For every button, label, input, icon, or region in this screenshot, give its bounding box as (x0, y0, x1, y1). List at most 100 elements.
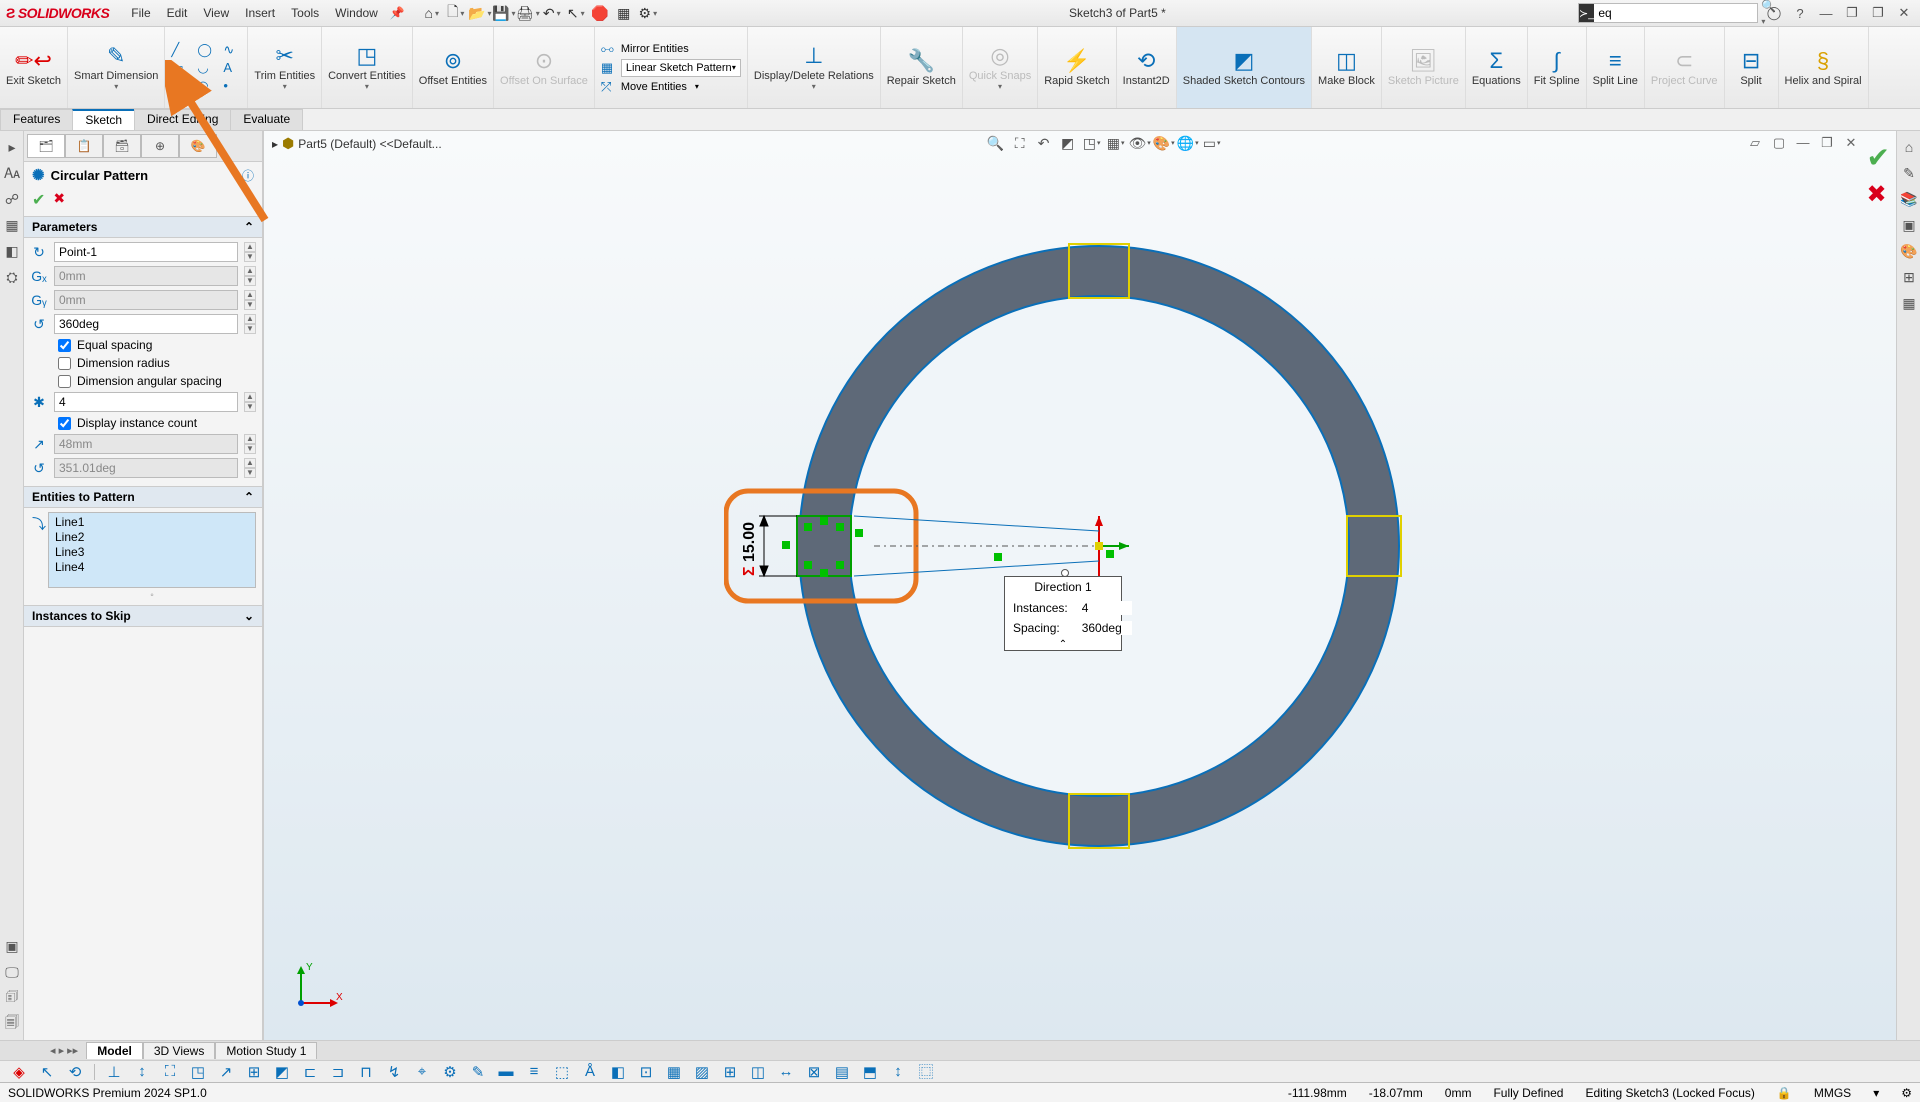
entity-item[interactable]: Line4 (55, 560, 249, 575)
minimize-icon[interactable]: — (1816, 3, 1836, 23)
offset-button[interactable]: ⊚Offset Entities (413, 27, 494, 108)
b-sw-icon[interactable]: ◈ (10, 1063, 28, 1081)
entity-item[interactable]: Line3 (55, 545, 249, 560)
b-i7-icon[interactable]: ◩ (273, 1063, 291, 1081)
tab-sketch[interactable]: Sketch (72, 109, 135, 130)
entities-listbox[interactable]: Line1 Line2 Line3 Line4 (48, 512, 256, 588)
b-i23-icon[interactable]: ⊞ (721, 1063, 739, 1081)
dir-spacing-input[interactable] (1082, 621, 1132, 635)
strip-e1-icon[interactable]: ▣ (2, 936, 22, 956)
circle-icon[interactable]: ◯ (197, 43, 215, 57)
b-i19-icon[interactable]: ◧ (609, 1063, 627, 1081)
b-i21-icon[interactable]: ▦ (665, 1063, 683, 1081)
center-y-input[interactable] (54, 290, 238, 310)
sketch-entities-group[interactable]: ╱◯∿ ▭◡A ⬡◠• (165, 27, 248, 108)
b-i24-icon[interactable]: ◫ (749, 1063, 767, 1081)
dir-instances-input[interactable] (1082, 601, 1132, 615)
strip-e2-icon[interactable]: 🖵 (2, 962, 22, 982)
rapid-sketch-button[interactable]: ⚡Rapid Sketch (1038, 27, 1116, 108)
tab-evaluate[interactable]: Evaluate (230, 109, 303, 130)
doc-win-close-icon[interactable]: ✕ (1842, 135, 1860, 151)
dimension-text[interactable]: Σ 15.00 (741, 522, 758, 576)
rebuild-icon[interactable]: 🛑 (591, 4, 609, 22)
spline-icon[interactable]: ∿ (223, 43, 241, 57)
dim-radius-checkbox[interactable] (58, 357, 71, 370)
equal-spacing-checkbox[interactable] (58, 339, 71, 352)
rect-icon[interactable]: ▭ (171, 61, 189, 75)
list-handle[interactable]: ◦ (48, 590, 256, 601)
bottom-tab-3dviews[interactable]: 3D Views (143, 1042, 215, 1059)
zoom-fit-icon[interactable]: 🔍 (986, 133, 1006, 153)
equations-button[interactable]: ΣEquations (1466, 27, 1528, 108)
parameters-header[interactable]: Parameters⌃ (24, 216, 262, 238)
strip-d3-icon[interactable]: ⛭ (2, 267, 22, 287)
status-tray-icon[interactable]: ⚙ (1901, 1086, 1912, 1100)
display-style-icon[interactable]: ▦▾ (1106, 133, 1126, 153)
view-orient-icon[interactable]: ◳▾ (1082, 133, 1102, 153)
part-graphics[interactable]: Σ 15.00 (724, 171, 1474, 921)
b-i9-icon[interactable]: ⊐ (329, 1063, 347, 1081)
b-i20-icon[interactable]: ⊡ (637, 1063, 655, 1081)
options-icon[interactable]: ▦ (615, 4, 633, 22)
b-i3-icon[interactable]: ⛶ (161, 1063, 179, 1081)
r-libs-icon[interactable]: 📚 (1899, 189, 1919, 209)
arc-angle-input[interactable] (54, 458, 238, 478)
b-lasso-icon[interactable]: ⟲ (66, 1063, 84, 1081)
cancel-icon[interactable]: ✖ (53, 190, 65, 210)
poly-icon[interactable]: ⬡ (171, 79, 189, 93)
split-line-button[interactable]: ≡Split Line (1587, 27, 1645, 108)
close-icon[interactable]: ✕ (1894, 3, 1914, 23)
search-input[interactable] (1594, 6, 1757, 20)
section-icon[interactable]: ◩ (1058, 133, 1078, 153)
direction-callout[interactable]: Direction 1 Instances: Spacing: ⌃ (1004, 576, 1122, 651)
fit-spline-button[interactable]: ∫Fit Spline (1528, 27, 1587, 108)
point-icon[interactable]: • (223, 79, 241, 93)
confirm-ok-icon[interactable]: ✔ (1867, 141, 1890, 174)
smart-dimension-button[interactable]: ✎ Smart Dimension ▾ (68, 27, 165, 108)
user-icon[interactable]: ◯ (1764, 3, 1784, 23)
menu-window[interactable]: Window (327, 6, 386, 20)
home-icon[interactable]: ⌂▾ (423, 4, 441, 22)
entity-item[interactable]: Line1 (55, 515, 249, 530)
confirm-cancel-icon[interactable]: ✖ (1867, 180, 1890, 209)
strip-e3-icon[interactable]: 🗊 (2, 988, 22, 1008)
move-icon[interactable]: ⤱ (601, 79, 617, 95)
r-view-icon[interactable]: ▣ (1899, 215, 1919, 235)
b-i29-icon[interactable]: ↕ (889, 1063, 907, 1081)
ok-icon[interactable]: ✔ (32, 190, 45, 210)
b-i28-icon[interactable]: ⬒ (861, 1063, 879, 1081)
dim-angular-checkbox[interactable] (58, 375, 71, 388)
center-x-input[interactable] (54, 266, 238, 286)
status-gear-icon[interactable]: ▾ (1873, 1086, 1879, 1100)
trim-button[interactable]: ✂Trim Entities▾ (248, 27, 322, 108)
dirbox-expand-icon[interactable]: ⌃ (1005, 639, 1121, 650)
radius-input[interactable] (54, 434, 238, 454)
helix-button[interactable]: §Helix and Spiral (1779, 27, 1869, 108)
b-i15-icon[interactable]: ▬ (497, 1063, 515, 1081)
strip-a-icon[interactable]: 🗛 (2, 163, 22, 183)
split-button[interactable]: ⊟Split (1725, 27, 1779, 108)
mirror-label[interactable]: Mirror Entities (621, 43, 689, 55)
tab-direct-editing[interactable]: Direct Editing (134, 109, 231, 130)
b-i11-icon[interactable]: ↯ (385, 1063, 403, 1081)
b-i14-icon[interactable]: ✎ (469, 1063, 487, 1081)
fm-tab-config-icon[interactable]: 🗃 (103, 134, 141, 158)
menu-edit[interactable]: Edit (159, 6, 196, 20)
move-label[interactable]: Move Entities (621, 81, 687, 93)
r-forum-icon[interactable]: ▦ (1899, 293, 1919, 313)
pin-icon[interactable]: 📌 (390, 6, 405, 20)
bottom-tab-motion[interactable]: Motion Study 1 (215, 1042, 317, 1059)
r-appear-icon[interactable]: 🎨 (1899, 241, 1919, 261)
save-icon[interactable]: 💾▾ (495, 4, 513, 22)
b-i22-icon[interactable]: ▨ (693, 1063, 711, 1081)
b-i26-icon[interactable]: ⊠ (805, 1063, 823, 1081)
viewport-icon[interactable]: ▭▾ (1202, 133, 1222, 153)
r-push-icon[interactable]: ✎ (1899, 163, 1919, 183)
status-units[interactable]: MMGS (1814, 1086, 1851, 1100)
b-i30-icon[interactable]: ⿴ (917, 1063, 935, 1081)
shaded-contours-button[interactable]: ◩Shaded Sketch Contours (1177, 27, 1312, 108)
doc-win-rest-icon[interactable]: ❐ (1818, 135, 1836, 151)
b-select-icon[interactable]: ↖ (38, 1063, 56, 1081)
b-i25-icon[interactable]: ↔ (777, 1063, 795, 1081)
center-point-input[interactable] (54, 242, 238, 262)
